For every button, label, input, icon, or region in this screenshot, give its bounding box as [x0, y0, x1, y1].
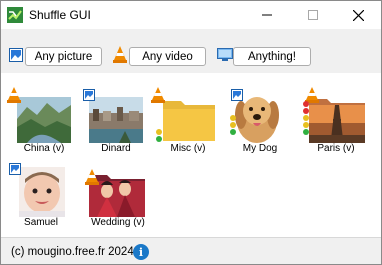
vlc-cone-icon	[113, 46, 127, 63]
town-thumbnail	[89, 97, 143, 143]
grid-item-my-dog[interactable]: My Dog	[227, 87, 297, 157]
app-window: Shuffle GUI Any picture Any video Anythi…	[0, 0, 382, 265]
status-dots	[230, 115, 236, 136]
picture-icon	[83, 89, 95, 101]
anything-button[interactable]: Anything!	[233, 47, 311, 66]
vlc-cone-icon	[85, 169, 99, 185]
grid-item-china[interactable]: China (v)	[7, 87, 79, 157]
grid-item-misc[interactable]: Misc (v)	[151, 87, 223, 157]
shuffle-app-icon	[7, 7, 23, 23]
baby-thumbnail	[19, 167, 65, 217]
close-button[interactable]	[335, 1, 381, 29]
item-label: Samuel	[24, 217, 58, 228]
grid-item-paris[interactable]: Paris (v)	[299, 87, 369, 157]
vlc-cone-icon	[7, 87, 21, 103]
toolbar: Any picture Any video Anything!	[1, 29, 381, 73]
maximize-button[interactable]	[290, 1, 336, 29]
any-picture-button[interactable]: Any picture	[25, 47, 102, 66]
title-bar: Shuffle GUI	[1, 1, 381, 29]
status-bar: (c) mougino.free.fr 2024 i	[1, 237, 381, 264]
window-title: Shuffle GUI	[29, 8, 91, 22]
info-icon: i	[138, 245, 144, 259]
minimize-button[interactable]	[244, 1, 290, 29]
picture-icon	[9, 48, 23, 62]
copyright-text: (c) mougino.free.fr 2024	[11, 246, 134, 258]
status-dots	[156, 129, 162, 143]
media-grid: China (v) Dinard Misc (v) My Dog Paris (…	[1, 73, 381, 237]
maximize-icon	[308, 10, 318, 20]
item-label: Dinard	[101, 143, 131, 154]
info-button[interactable]: i	[133, 244, 149, 260]
any-video-button[interactable]: Any video	[129, 47, 206, 66]
item-label: Paris (v)	[317, 143, 355, 154]
status-dots	[303, 101, 309, 136]
item-label: My Dog	[242, 143, 278, 154]
picture-icon	[231, 89, 243, 101]
item-label: Wedding (v)	[91, 217, 145, 228]
close-icon	[352, 9, 364, 21]
picture-icon	[9, 163, 21, 175]
grid-item-dinard[interactable]: Dinard	[81, 87, 151, 157]
folder-icon	[163, 101, 215, 141]
grid-item-samuel[interactable]: Samuel	[9, 163, 79, 233]
item-label: Misc (v)	[170, 143, 206, 154]
vlc-cone-icon	[151, 87, 165, 103]
item-label: China (v)	[23, 143, 65, 154]
monitor-icon	[217, 48, 233, 61]
landscape-thumbnail	[17, 97, 71, 143]
minimize-icon	[262, 14, 272, 16]
grid-item-wedding[interactable]: Wedding (v)	[81, 163, 151, 233]
